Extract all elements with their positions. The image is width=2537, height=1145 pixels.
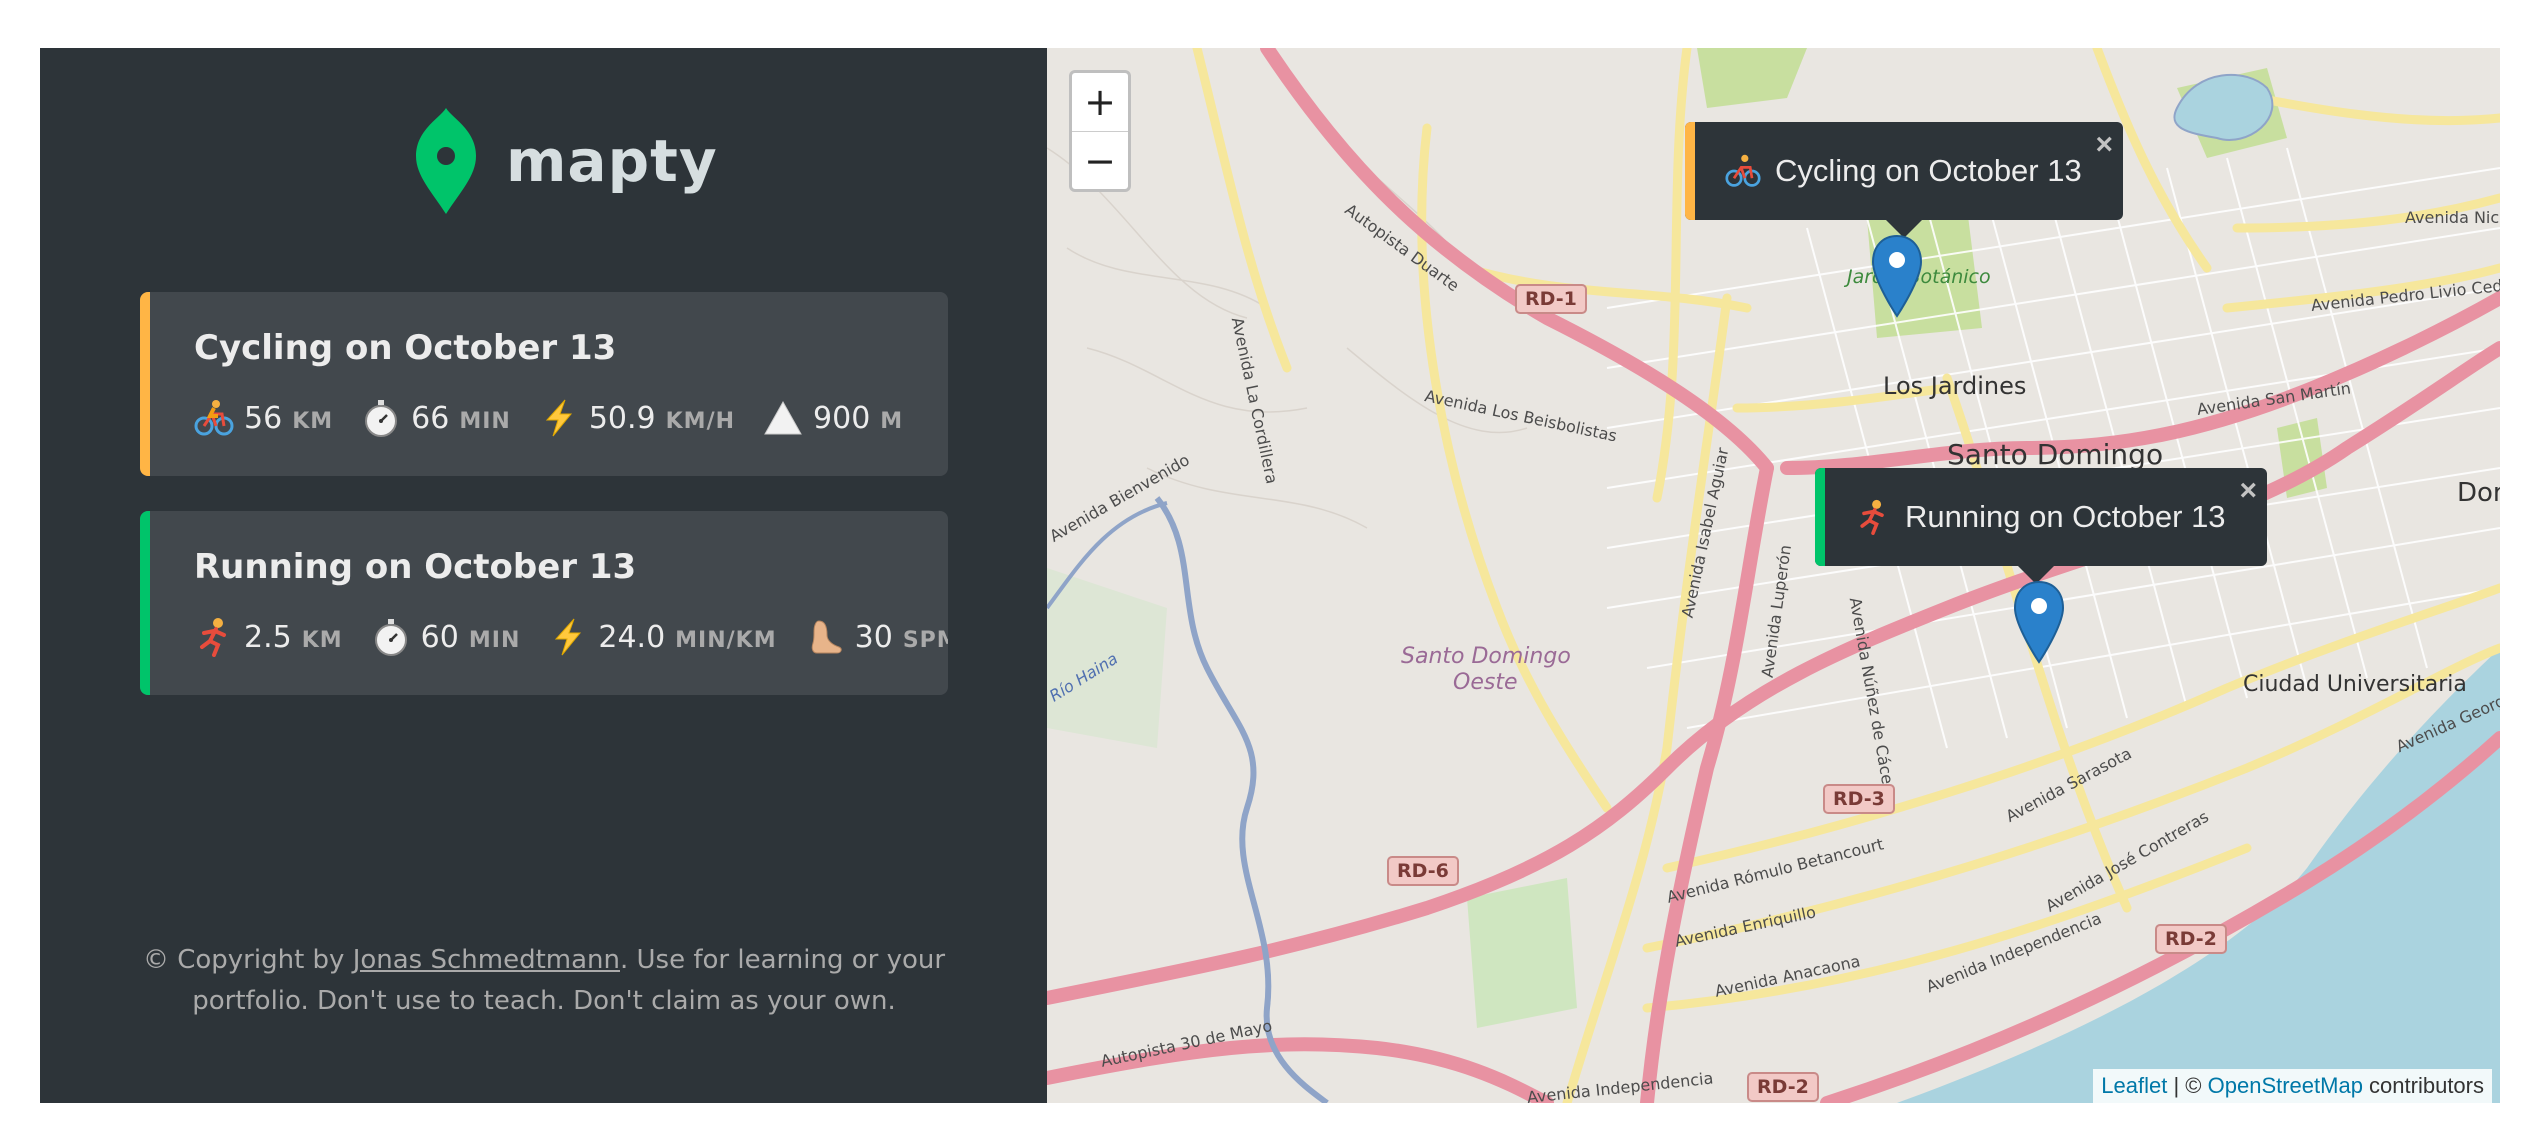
workout-card-cycling[interactable]: Cycling on October 13 56 km 66 [140, 292, 948, 476]
map-pin-logo-icon [416, 108, 476, 214]
duration-unit: min [459, 408, 511, 434]
workout-detail-duration: 66 min [361, 398, 511, 438]
map-label-santo-domingo-oeste: Santo Domingo [1401, 644, 1571, 669]
workout-card-running[interactable]: Running on October 13 2.5 km 60 [140, 511, 948, 695]
distance-value: 56 [244, 400, 283, 436]
duration-value: 60 [420, 619, 459, 655]
elevation-value: 900 [813, 400, 871, 436]
lightning-icon [539, 398, 579, 438]
workout-accent-bar [140, 511, 150, 695]
attribution-separator: | © [2167, 1073, 2208, 1098]
openstreetmap-link[interactable]: OpenStreetMap [2208, 1073, 2363, 1098]
logo: mapty [416, 108, 718, 214]
footprint-icon [805, 617, 845, 657]
workout-detail-speed: 50.9 km/h [539, 398, 735, 438]
popup-close-button[interactable]: × [2095, 128, 2113, 162]
runner-icon [1860, 499, 1884, 535]
duration-unit: min [468, 627, 521, 653]
map-label-ciudad-universitaria: Ciudad Universitaria [2243, 672, 2467, 697]
speed-unit: km/h [665, 408, 736, 434]
popup-text: Running on October 13 [1905, 499, 2226, 534]
zoom-in-button[interactable]: + [1072, 73, 1128, 131]
map[interactable]: Los Jardines Santo Domingo Ciudad Univer… [1047, 48, 2500, 1103]
popup-accent-bar [1685, 122, 1695, 220]
elevation-unit: m [880, 408, 904, 434]
bicycle-icon [1725, 154, 1761, 187]
map-marker-cycling[interactable] [1871, 234, 1923, 318]
map-attribution: Leaflet | © OpenStreetMap contributors [2093, 1069, 2492, 1103]
distance-unit: km [301, 627, 343, 653]
mountain-icon [763, 398, 803, 438]
pace-value: 24.0 [598, 619, 666, 655]
attribution-contributors: contributors [2362, 1073, 2484, 1098]
workout-list: Cycling on October 13 56 km 66 [140, 292, 948, 730]
popup-accent-bar [1815, 468, 1825, 566]
copyright-text: © Copyright by Jonas Schmedtmann. Use fo… [140, 940, 948, 1022]
logo-text: mapty [506, 127, 718, 195]
road-shield-rd3: RD-3 [1823, 784, 1895, 814]
cadence-unit: spm [902, 627, 948, 653]
runner-icon [194, 617, 234, 657]
workout-detail-duration: 60 min [371, 617, 521, 657]
workout-details: 56 km 66 min 50.9 [194, 398, 948, 438]
distance-unit: km [292, 408, 334, 434]
workout-title: Running on October 13 [194, 547, 637, 587]
duration-value: 66 [411, 400, 450, 436]
map-marker-running[interactable] [2013, 580, 2065, 664]
road-shield-rd2-east: RD-2 [2155, 924, 2227, 954]
distance-value: 2.5 [244, 619, 292, 655]
workout-details: 2.5 km 60 min 24.0 [194, 617, 948, 657]
app-container: mapty Cycling on October 13 56 km [40, 48, 2500, 1103]
popup-text: Cycling on October 13 [1775, 153, 2082, 188]
lightning-icon [548, 617, 588, 657]
stopwatch-icon [361, 398, 401, 438]
zoom-control: + − [1069, 70, 1131, 192]
map-label-dom: Dom [2457, 478, 2500, 508]
map-label-avenida-nicolas: Avenida Nicolás [2405, 208, 2500, 227]
popup-close-button[interactable]: × [2239, 474, 2257, 508]
road-shield-rd2-south: RD-2 [1747, 1072, 1819, 1102]
map-label-los-jardines: Los Jardines [1883, 372, 2027, 400]
sidebar: mapty Cycling on October 13 56 km [40, 48, 1047, 1103]
leaflet-link[interactable]: Leaflet [2101, 1073, 2167, 1098]
road-shield-rd1: RD-1 [1515, 284, 1587, 314]
workout-accent-bar [140, 292, 150, 476]
stopwatch-icon [371, 617, 411, 657]
copyright-prefix: © Copyright by [142, 945, 353, 975]
cadence-value: 30 [854, 619, 893, 655]
map-label-santo-domingo: Santo Domingo [1947, 438, 2164, 471]
workout-detail-distance: 2.5 km [194, 617, 343, 657]
workout-detail-cadence: 30 spm [805, 617, 948, 657]
map-popup-running[interactable]: Running on October 13 × [1815, 468, 2267, 584]
map-label-oeste: Oeste [1453, 670, 1518, 695]
workout-detail-pace: 24.0 min/km [548, 617, 776, 657]
pace-unit: min/km [675, 627, 777, 653]
map-popup-cycling[interactable]: Cycling on October 13 × [1685, 122, 2123, 238]
road-shield-rd6: RD-6 [1387, 856, 1459, 886]
author-link[interactable]: Jonas Schmedtmann [353, 945, 620, 975]
speed-value: 50.9 [588, 400, 656, 436]
workout-detail-elevation: 900 m [763, 398, 903, 438]
workout-title: Cycling on October 13 [194, 328, 617, 368]
workout-detail-distance: 56 km [194, 398, 333, 438]
bicycle-icon [194, 398, 234, 438]
zoom-out-button[interactable]: − [1072, 131, 1128, 189]
